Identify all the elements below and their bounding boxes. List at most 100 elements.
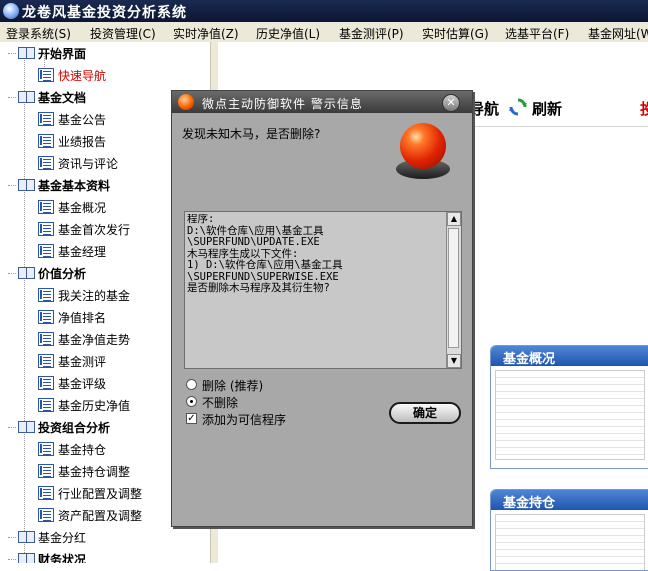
toolbar-right-fragment[interactable]: 投 (640, 98, 648, 119)
thumbnail-title: 基金持仓 (491, 490, 648, 511)
book-icon (18, 177, 35, 191)
document-list-icon (38, 134, 54, 148)
navigation-label-fragment[interactable]: 导航 (469, 98, 499, 119)
sidebar-group-label: 基金分红 (38, 531, 87, 545)
radio-button[interactable] (186, 379, 197, 390)
option-label: 不删除 (202, 396, 239, 410)
sidebar-item-label: 基金历史净值 (58, 399, 131, 413)
book-icon (18, 265, 35, 279)
refresh-icon[interactable] (509, 98, 527, 116)
thumbnail-fund-overview[interactable]: 基金概况 (490, 345, 648, 469)
sidebar-item-label: 净值排名 (58, 311, 107, 325)
trojan-warning-dialog: 微点主动防御软件 警示信息 ✕ 发现未知木马，是否删除? 程序: D:\软件仓库… (171, 90, 473, 527)
sidebar-item-label: 基金评级 (58, 377, 107, 391)
option-label: 添加为可信程序 (202, 413, 287, 427)
dialog-title: 微点主动防御软件 警示信息 (202, 97, 363, 111)
tree-connector (8, 185, 16, 186)
window-title: 龙卷风基金投资分析系统 (22, 5, 187, 21)
document-list-icon (38, 200, 54, 214)
thumbnail-preview-image (495, 514, 645, 570)
sidebar-group-label: 基金基本资料 (38, 179, 111, 193)
menu-fund-evaluation[interactable]: 基金测评(P) (339, 25, 404, 42)
document-list-icon (38, 442, 54, 456)
scroll-up-arrow-icon[interactable]: ▲ (447, 212, 461, 226)
sidebar-item-label: 快速导航 (58, 69, 107, 83)
shield-warning-icon (178, 94, 194, 110)
document-list-icon (38, 244, 54, 258)
app-logo-icon (3, 3, 19, 19)
alarm-light-icon (394, 123, 452, 185)
sidebar-group-fund-dividends[interactable]: 基金分红 (0, 526, 210, 548)
sidebar-item-label: 我关注的基金 (58, 289, 131, 303)
document-list-icon (38, 376, 54, 390)
document-list-icon (38, 310, 54, 324)
sidebar-item-label: 基金持仓调整 (58, 465, 131, 479)
tree-connector (8, 273, 16, 274)
menu-login-system[interactable]: 登录系统(S) (6, 25, 71, 42)
sidebar-item-label: 行业配置及调整 (58, 487, 143, 501)
scrollbar-thumb[interactable] (448, 228, 459, 348)
sidebar-item-label: 基金公告 (58, 113, 107, 127)
menu-investment-management[interactable]: 投资管理(C) (90, 25, 156, 42)
tree-connector (8, 53, 16, 54)
checkbox-checked[interactable]: ✓ (186, 413, 197, 424)
document-list-icon (38, 68, 54, 82)
sidebar-item-label: 基金持仓 (58, 443, 107, 457)
book-icon (18, 89, 35, 103)
dialog-titlebar[interactable]: 微点主动防御软件 警示信息 ✕ (172, 91, 472, 113)
tree-connector (8, 97, 16, 98)
document-list-icon (38, 112, 54, 126)
menu-historical-nav[interactable]: 历史净值(L) (256, 25, 320, 42)
menu-fund-websites[interactable]: 基金网址(W) (588, 25, 648, 42)
close-icon[interactable]: ✕ (442, 94, 460, 112)
sidebar-group-label: 投资组合分析 (38, 421, 111, 435)
alarm-bulb (400, 123, 446, 169)
document-list-icon (38, 354, 54, 368)
document-list-icon (38, 156, 54, 170)
window-titlebar: 龙卷风基金投资分析系统 (0, 0, 648, 22)
menu-realtime-nav[interactable]: 实时净值(Z) (173, 25, 239, 42)
dialog-question: 发现未知木马，是否删除? (182, 127, 321, 141)
book-icon (18, 551, 35, 563)
sidebar-item-label: 基金净值走势 (58, 333, 131, 347)
document-list-icon (38, 508, 54, 522)
sidebar-group-label: 基金文档 (38, 91, 87, 105)
sidebar-item-label: 基金概况 (58, 201, 107, 215)
sidebar-item-label: 业绩报告 (58, 135, 107, 149)
sidebar-item-label: 基金经理 (58, 245, 107, 259)
sidebar-item-quick-navigation[interactable]: 快速导航 (0, 53, 210, 86)
menu-bar: 登录系统(S) 投资管理(C) 实时净值(Z) 历史净值(L) 基金测评(P) … (0, 22, 648, 43)
message-text: 程序: D:\软件仓库\应用\基金工具 \SUPERFUND\UPDATE.EX… (187, 214, 343, 294)
refresh-button[interactable]: 刷新 (532, 98, 562, 119)
document-list-icon (38, 486, 54, 500)
menu-fund-selection-platform[interactable]: 选基平台(F) (505, 25, 569, 42)
sidebar-item-label: 基金首次发行 (58, 223, 131, 237)
ok-button[interactable]: 确定 (389, 402, 461, 424)
option-label: 删除 (推荐) (202, 379, 264, 393)
sidebar-group-label: 财务状况 (38, 553, 87, 563)
document-list-icon (38, 332, 54, 346)
book-icon (18, 419, 35, 433)
book-icon (18, 45, 35, 59)
sidebar-group-financial-status[interactable]: 财务状况 (0, 548, 210, 563)
message-textarea[interactable]: 程序: D:\软件仓库\应用\基金工具 \SUPERFUND\UPDATE.EX… (184, 211, 462, 369)
thumbnail-fund-holdings[interactable]: 基金持仓 (490, 489, 648, 571)
tree-connector (8, 537, 16, 538)
radio-button-selected[interactable] (186, 396, 197, 407)
tree-connector (8, 559, 16, 560)
book-icon (18, 529, 35, 543)
sidebar-item-label: 资产配置及调整 (58, 509, 143, 523)
document-list-icon (38, 288, 54, 302)
sidebar-item-label: 资讯与评论 (58, 157, 119, 171)
document-list-icon (38, 398, 54, 412)
menu-realtime-estimate[interactable]: 实时估算(G) (422, 25, 489, 42)
sidebar-group-start-page[interactable]: 开始界面 (0, 42, 210, 64)
message-scrollbar[interactable]: ▲ ▼ (446, 212, 461, 368)
document-list-icon (38, 222, 54, 236)
sidebar-item-label: 基金测评 (58, 355, 107, 369)
thumbnail-title: 基金概况 (491, 346, 648, 367)
scroll-down-arrow-icon[interactable]: ▼ (447, 354, 461, 368)
tree-connector (8, 427, 16, 428)
thumbnail-preview-image (495, 370, 645, 460)
sidebar-group-label: 开始界面 (38, 47, 87, 61)
